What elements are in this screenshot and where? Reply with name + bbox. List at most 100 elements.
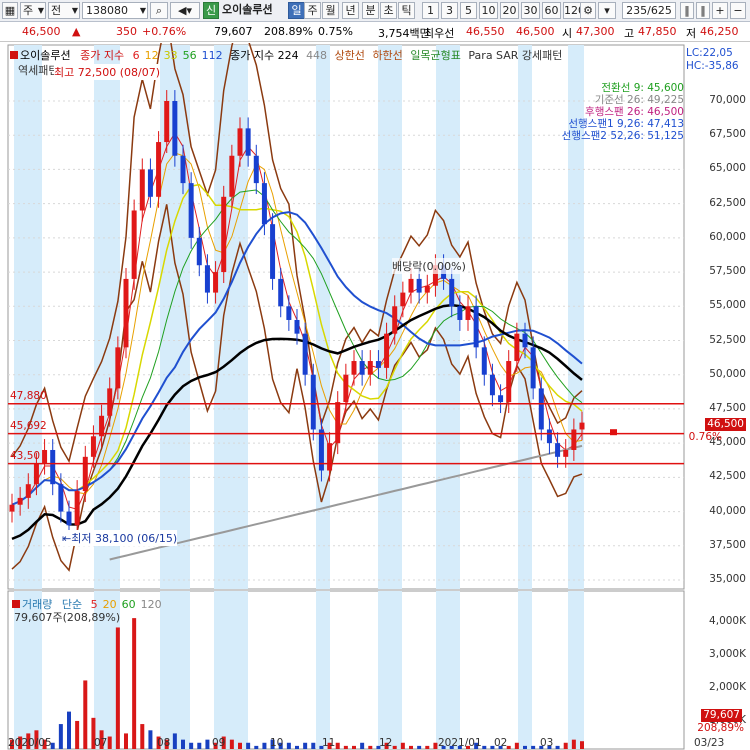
- volume-bar: [58, 724, 63, 749]
- candle-body: [530, 347, 536, 389]
- candle-body: [392, 306, 398, 334]
- candle-body: [310, 374, 316, 430]
- legend-ma-12[interactable]: 12: [145, 49, 159, 62]
- speaker-icon[interactable]: ◀▾: [170, 2, 200, 19]
- candle-body: [204, 265, 210, 293]
- date-tick: 09: [212, 737, 226, 749]
- current-marker: [610, 429, 617, 436]
- price-change-pct: +0.76%: [142, 25, 187, 38]
- date-tick: 03: [540, 737, 554, 749]
- candle-body: [408, 278, 414, 293]
- period-mode-select[interactable]: 전 ▼: [48, 2, 80, 19]
- tab-period-4[interactable]: 분: [362, 2, 379, 19]
- price-change: 350: [116, 25, 137, 38]
- tab-period-0[interactable]: 일: [288, 2, 305, 19]
- price-legend: 오이솔루션 종가 지수 6 12 33 56 112 종가 지수 224 448 상한선…: [10, 47, 562, 63]
- current-pct-tag: 0.76%: [688, 431, 722, 443]
- candle-body: [33, 463, 39, 485]
- search-icon[interactable]: ⌕: [150, 2, 168, 19]
- candle-body: [180, 155, 186, 184]
- turnover-rate: 0.75%: [318, 25, 353, 38]
- tab-period-3[interactable]: 년: [342, 2, 359, 19]
- candle-body: [563, 449, 569, 457]
- stock-chart[interactable]: [0, 43, 750, 750]
- candle-body: [139, 169, 145, 211]
- settings-icon[interactable]: ⚙: [580, 2, 596, 19]
- volume-current-text: 79,607주(208,89%): [14, 611, 121, 624]
- candle-body: [9, 504, 15, 512]
- best-quote-label: 최우선: [424, 27, 455, 40]
- dropdown-icon[interactable]: ▾: [598, 2, 616, 19]
- trade-value: 3,754백만: [378, 27, 430, 40]
- candle-body: [302, 333, 308, 375]
- volume-tick: 4,000K: [709, 615, 746, 627]
- legend-stock-name[interactable]: 오이솔루션: [20, 49, 71, 62]
- legend-ma224[interactable]: 종가 지수 224: [230, 49, 298, 62]
- volume-bar: [197, 742, 202, 749]
- tab-minute-10[interactable]: 10: [479, 2, 498, 19]
- bars-icon[interactable]: ‖: [696, 2, 710, 19]
- volume-ma-120[interactable]: 120: [141, 598, 162, 611]
- volume-bar: [482, 745, 487, 749]
- candle-body: [42, 449, 48, 464]
- legend-upper-band[interactable]: 상한선: [335, 49, 365, 62]
- tab-minute-3[interactable]: 3: [441, 2, 458, 19]
- open-price: 47,300: [576, 25, 615, 38]
- tab-minute-30[interactable]: 30: [521, 2, 540, 19]
- legend-ma-label[interactable]: 종가 지수: [80, 49, 124, 62]
- legend-ma-33[interactable]: 33: [164, 49, 178, 62]
- candle-body: [571, 429, 577, 450]
- volume-ma-60[interactable]: 60: [122, 598, 136, 611]
- price-tick: 37,500: [709, 538, 746, 551]
- volume-bar: [67, 711, 71, 749]
- bars-icon[interactable]: ‖: [680, 2, 694, 19]
- chevron-down-icon: ▼: [37, 6, 44, 15]
- candle-body: [457, 306, 463, 320]
- date-tick: 10: [270, 737, 284, 749]
- candle-swatch: [10, 51, 18, 59]
- candle-body: [555, 443, 561, 457]
- tab-period-6[interactable]: 틱: [398, 2, 415, 19]
- volume-bar: [523, 745, 527, 749]
- tab-minute-20[interactable]: 20: [500, 2, 519, 19]
- legend-parasar[interactable]: Para SAR 강세패턴: [468, 49, 562, 62]
- tab-minute-60[interactable]: 60: [542, 2, 561, 19]
- legend-ma-112[interactable]: 112: [202, 49, 223, 62]
- date-tick: 11: [322, 737, 336, 749]
- tab-period-5[interactable]: 초: [380, 2, 397, 19]
- legend-lower-band[interactable]: 하한선: [372, 49, 402, 62]
- candle-body: [58, 484, 64, 512]
- volume-bar: [360, 742, 365, 749]
- grid-icon[interactable]: ▦: [2, 2, 18, 19]
- current-price: 46,500: [22, 25, 61, 38]
- price-tick: 57,500: [709, 265, 746, 278]
- chart-canvas[interactable]: [0, 43, 750, 750]
- legend-ma448[interactable]: 448: [306, 49, 327, 62]
- volume-bar: [352, 745, 356, 749]
- zoom-out-icon[interactable]: −: [730, 2, 746, 19]
- candle-body: [115, 347, 121, 389]
- tab-period-1[interactable]: 주: [304, 2, 321, 19]
- page-counter[interactable]: 235/625: [622, 2, 676, 19]
- legend-ichimoku[interactable]: 일목균형표: [410, 49, 461, 62]
- candle-body: [270, 224, 276, 279]
- legend-ma-56[interactable]: 56: [183, 49, 197, 62]
- zoom-in-icon[interactable]: +: [712, 2, 728, 19]
- price-tick: 62,500: [709, 196, 746, 209]
- price-tick: 70,000: [709, 94, 746, 106]
- high-price: 47,850: [638, 25, 677, 38]
- price-tick: 42,500: [709, 470, 746, 483]
- tab-minute-1[interactable]: 1: [422, 2, 439, 19]
- price-line-label: 47,880: [10, 389, 47, 402]
- market-select[interactable]: 주 ▼: [20, 2, 46, 19]
- dividend-annotation: 배당락(0.00%): [392, 258, 466, 274]
- tab-period-2[interactable]: 월: [322, 2, 339, 19]
- price-tick: 40,000: [709, 504, 746, 517]
- candle-body: [335, 402, 341, 444]
- volume-bar: [238, 742, 242, 749]
- time-band: [436, 45, 460, 589]
- stock-code-input[interactable]: 138080 ▼: [82, 2, 148, 19]
- tab-minute-5[interactable]: 5: [460, 2, 477, 19]
- price-tick: 65,000: [709, 162, 746, 175]
- legend-ma-6[interactable]: 6: [133, 49, 140, 62]
